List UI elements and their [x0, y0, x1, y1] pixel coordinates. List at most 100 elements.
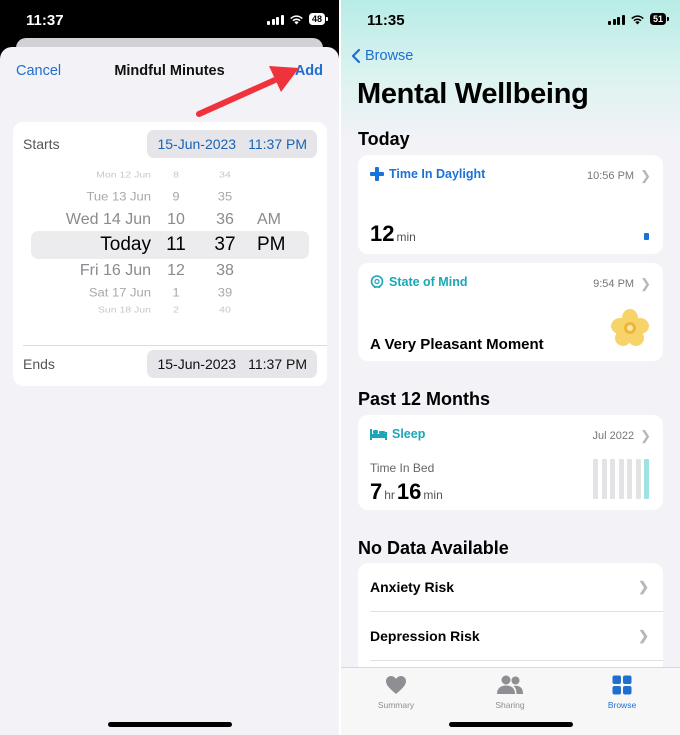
list-item-anxiety-risk[interactable]: Anxiety Risk ❯ — [370, 563, 663, 611]
sleep-bar — [601, 459, 607, 499]
right-screenshot: 11:35 51 Browse Mental Wellbeing Today T… — [341, 0, 680, 735]
section-past-12-months: Past 12 Months — [358, 389, 491, 409]
sleep-bar — [618, 459, 624, 499]
picker-hour: 1 — [172, 285, 180, 300]
ends-datetime-button[interactable]: 15-Jun-2023 11:37 PM — [147, 350, 317, 378]
sleep-bar — [627, 459, 632, 499]
sleep-card[interactable]: Sleep Jul 2022 ❯ Time In Bed 7 hr16 min — [358, 415, 663, 510]
divider — [23, 345, 327, 346]
sleep-value: 7 hr16 min — [370, 479, 445, 505]
state-of-mind-card[interactable]: State of Mind 9:54 PM ❯ A Very Pleasant … — [358, 263, 663, 361]
picker-minute: 39 — [217, 285, 233, 300]
signal-icon — [608, 14, 625, 25]
picker-row[interactable]: Sun 18 Jun 2 40 — [13, 304, 327, 330]
list-item-label: Anxiety Risk — [370, 579, 455, 595]
picker-day: Tue 13 Jun — [86, 189, 151, 204]
list-item-label: Depression Risk — [370, 628, 480, 644]
flower-icon — [611, 309, 649, 346]
sleep-title: Sleep — [392, 427, 426, 441]
no-data-list: Anxiety Risk ❯ Depression Risk ❯ — [358, 563, 663, 673]
section-no-data: No Data Available — [358, 538, 509, 558]
tab-label: Browse — [607, 700, 637, 710]
tab-label: Summary — [377, 700, 415, 710]
picker-hour: 10 — [167, 211, 185, 228]
picker-day: Today — [100, 234, 151, 255]
picker-day: Wed 14 Jun — [65, 211, 151, 228]
status-time: 11:35 — [367, 12, 405, 29]
picker-hour: 11 — [166, 234, 186, 255]
sleep-label: Time In Bed — [370, 461, 435, 475]
battery-icon: 48 — [308, 13, 329, 25]
picker-minute: 36 — [216, 211, 234, 228]
sleep-bar — [635, 459, 641, 499]
ends-time: 11:37 PM — [248, 356, 307, 372]
date-time-picker-wheel[interactable]: Mon 12 Jun 8 34 Tue 13 Jun 9 35 Wed 14 Jun 10 36… — [13, 167, 327, 337]
date-card: Starts 15-Jun-2023 11:37 PM Mon 12 Jun 8 3… — [13, 122, 327, 386]
picker-ampm: PM — [257, 234, 286, 255]
sleep-minutes: 16 — [396, 479, 422, 504]
tab-label: Sharing — [495, 700, 525, 710]
daylight-card[interactable]: Time In Daylight 10:56 PM ❯ 12 min — [358, 155, 663, 254]
daylight-title: Time In Daylight — [389, 167, 486, 181]
daylight-time: 10:56 PM — [587, 170, 635, 182]
tab-bar: Summary Sharing Browse — [341, 667, 680, 735]
tab-summary[interactable]: Summary — [351, 674, 441, 710]
picker-day: Fri 16 Jun — [79, 262, 151, 279]
chevron-right-icon: ❯ — [640, 428, 651, 443]
tab-browse[interactable]: Browse — [577, 674, 667, 710]
state-of-mind-time: 9:54 PM — [593, 278, 635, 290]
picker-minute: 34 — [219, 170, 231, 180]
chevron-right-icon: ❯ — [638, 628, 649, 643]
back-button[interactable]: Browse — [351, 48, 413, 64]
ends-date: 15-Jun-2023 — [157, 356, 237, 372]
state-of-mind-value: A Very Pleasant Moment — [370, 336, 544, 353]
ends-label: Ends — [23, 356, 55, 372]
home-indicator — [107, 722, 232, 727]
wifi-icon — [630, 14, 645, 25]
picker-day: Mon 12 Jun — [96, 170, 151, 180]
daylight-mini-bar — [644, 233, 649, 240]
status-bar: 11:37 48 — [0, 0, 339, 40]
section-today: Today — [358, 129, 410, 149]
status-time: 11:37 — [26, 12, 64, 29]
picker-hour: 2 — [173, 305, 179, 315]
picker-minute: 35 — [217, 189, 233, 204]
picker-day: Sun 18 Jun — [97, 305, 151, 315]
heart-icon — [386, 676, 406, 694]
sleep-minutes-unit: min — [423, 488, 443, 502]
picker-minute: 38 — [216, 262, 234, 279]
sleep-date: Jul 2022 — [592, 430, 635, 442]
list-item-depression-risk[interactable]: Depression Risk ❯ — [370, 612, 663, 660]
daylight-unit: min — [396, 230, 416, 244]
tab-sharing[interactable]: Sharing — [465, 674, 555, 710]
sleep-bar — [593, 459, 598, 499]
wifi-icon — [289, 14, 304, 25]
plus-icon — [370, 167, 384, 181]
sleep-bar — [644, 459, 649, 499]
daylight-value: 12 min — [370, 221, 418, 247]
people-icon — [497, 675, 523, 694]
chevron-right-icon: ❯ — [640, 168, 651, 183]
head-icon — [370, 275, 384, 289]
sleep-hours-unit: hr — [384, 488, 395, 502]
sleep-bar-chart — [593, 457, 651, 499]
bed-icon — [370, 429, 387, 440]
starts-datetime-button[interactable]: 15-Jun-2023 11:37 PM — [147, 130, 317, 158]
picker-hour: 8 — [173, 170, 179, 180]
battery-icon: 51 — [649, 13, 670, 25]
picker-day: Sat 17 Jun — [88, 285, 151, 300]
home-indicator — [448, 722, 573, 727]
chevron-right-icon: ❯ — [640, 276, 651, 291]
picker-hour: 12 — [167, 262, 185, 279]
sleep-bar — [610, 459, 615, 499]
red-arrow-annotation — [196, 66, 299, 117]
back-label: Browse — [365, 48, 414, 64]
grid-icon — [612, 675, 632, 695]
starts-date: 15-Jun-2023 — [157, 136, 237, 152]
picker-ampm: AM — [257, 211, 281, 228]
picker-row[interactable]: Today 11 37 PM — [13, 234, 327, 260]
daylight-number: 12 — [370, 221, 395, 246]
mindful-minutes-sheet: Cancel Mindful Minutes Add Starts 15-Jun… — [0, 47, 339, 735]
signal-icon — [267, 14, 284, 25]
starts-time: 11:37 PM — [248, 136, 307, 152]
